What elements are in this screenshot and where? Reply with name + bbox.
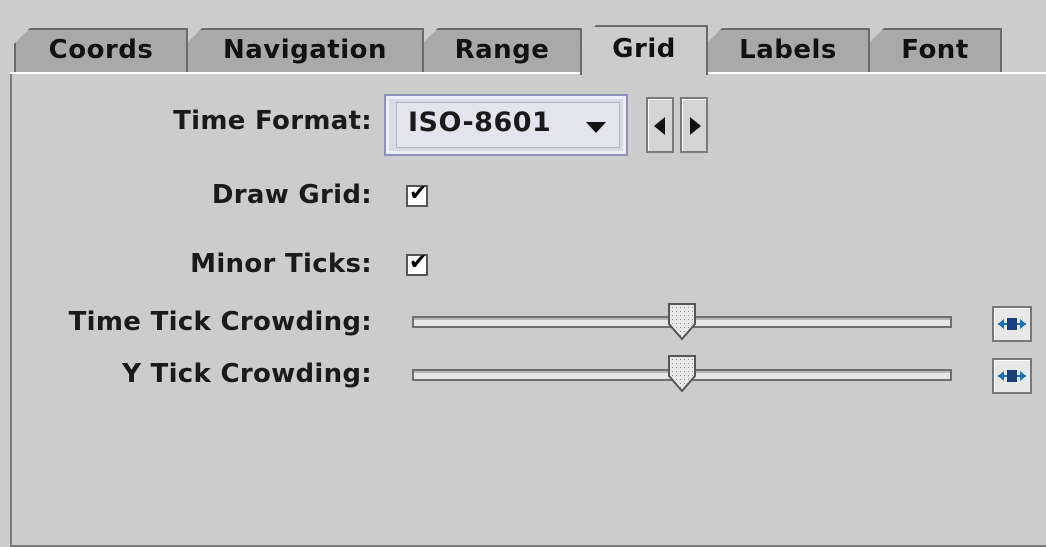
time-tick-crowding-slider-thumb[interactable] bbox=[667, 302, 697, 342]
tab-label: Navigation bbox=[222, 35, 388, 65]
tab-label: Range bbox=[454, 35, 550, 65]
arrow-left-icon bbox=[654, 117, 665, 135]
tab-grid[interactable]: Grid bbox=[580, 25, 708, 75]
tab-range[interactable]: Range bbox=[422, 28, 582, 72]
chevron-down-icon bbox=[586, 122, 606, 133]
previous-format-button[interactable] bbox=[646, 97, 674, 153]
time-tick-crowding-reset-button[interactable] bbox=[992, 306, 1032, 342]
checkmark-icon: ✔ bbox=[409, 250, 428, 275]
tab-coords[interactable]: Coords bbox=[14, 28, 188, 72]
tab-label: Coords bbox=[48, 35, 154, 65]
time-format-dropdown[interactable]: ISO-8601 bbox=[384, 94, 628, 156]
y-tick-crowding-label: Y Tick Crowding: bbox=[122, 359, 372, 389]
time-format-label: Time Format: bbox=[173, 106, 372, 136]
tab-bar: Coords Navigation Range Grid Labels Font bbox=[0, 0, 1046, 75]
minor-ticks-label: Minor Ticks: bbox=[190, 249, 372, 279]
time-tick-crowding-label: Time Tick Crowding: bbox=[68, 307, 372, 337]
tab-font[interactable]: Font bbox=[868, 28, 1002, 72]
next-format-button[interactable] bbox=[680, 97, 708, 153]
reset-slider-icon bbox=[998, 370, 1026, 382]
y-tick-crowding-slider-thumb[interactable] bbox=[667, 354, 697, 394]
tab-label: Grid bbox=[612, 34, 676, 64]
minor-ticks-checkbox[interactable]: ✔ bbox=[406, 250, 428, 276]
tab-labels[interactable]: Labels bbox=[706, 28, 870, 72]
tab-navigation[interactable]: Navigation bbox=[186, 28, 424, 72]
tab-label: Labels bbox=[739, 35, 837, 65]
draw-grid-label: Draw Grid: bbox=[211, 180, 372, 210]
draw-grid-checkbox[interactable]: ✔ bbox=[406, 181, 428, 207]
checkmark-icon: ✔ bbox=[409, 181, 428, 206]
arrow-right-icon bbox=[690, 117, 701, 135]
time-format-value: ISO-8601 bbox=[408, 107, 552, 138]
reset-slider-icon bbox=[998, 318, 1026, 330]
tab-label: Font bbox=[901, 35, 969, 65]
y-tick-crowding-reset-button[interactable] bbox=[992, 358, 1032, 394]
